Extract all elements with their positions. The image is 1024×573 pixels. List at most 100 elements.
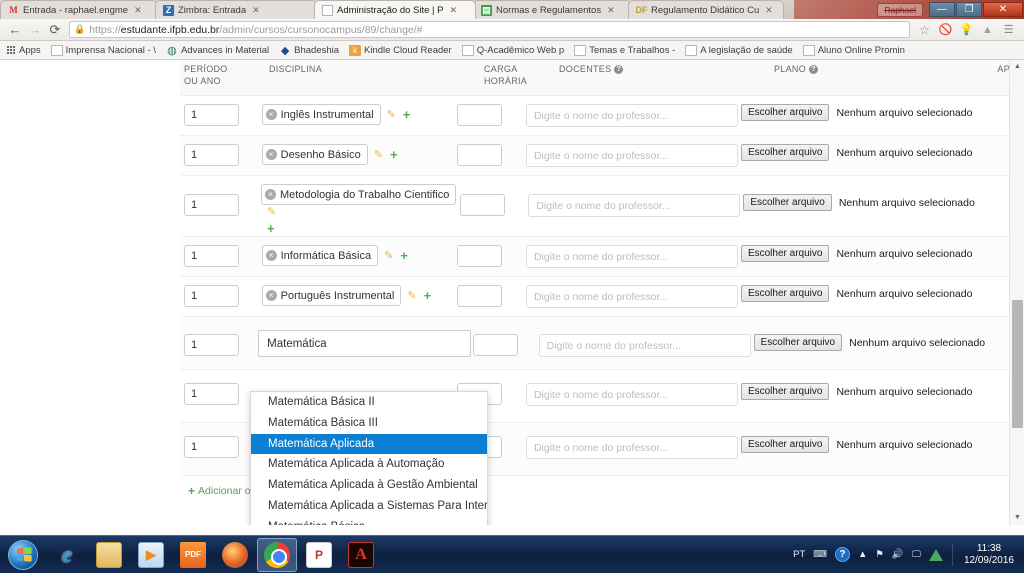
disciplina-chip[interactable]: × Desenho Básico	[261, 144, 368, 165]
edit-icon[interactable]: ✎	[374, 148, 383, 161]
help-icon[interactable]: ?	[809, 65, 819, 74]
browser-tab-1[interactable]: M Entrada - raphael.engme ✕	[0, 0, 158, 19]
bookmark-item[interactable]: A legislação de saúde	[685, 44, 793, 56]
remove-icon[interactable]: ×	[265, 109, 277, 120]
menu-icon[interactable]: ☰	[998, 23, 1019, 36]
remove-icon[interactable]: ×	[265, 250, 277, 261]
help-icon[interactable]: ?	[834, 547, 850, 562]
page-vertical-scrollbar[interactable]: ▲ ▼	[1009, 60, 1024, 525]
docentes-input[interactable]	[525, 383, 738, 406]
taskbar-chrome[interactable]	[257, 537, 297, 572]
scroll-up-icon[interactable]: ▲	[1010, 60, 1024, 74]
docentes-input[interactable]	[538, 334, 751, 357]
close-window-button[interactable]: ✕	[983, 2, 1023, 17]
choose-file-button[interactable]: Escolher arquivo	[740, 285, 830, 302]
drive-icon[interactable]: ▲	[977, 24, 998, 36]
dropdown-option[interactable]: Matemática Aplicada à Gestão Ambiental	[251, 475, 487, 496]
close-icon[interactable]: ✕	[450, 5, 458, 16]
taskbar-pdf-app[interactable]: PDF	[173, 538, 213, 572]
edit-icon[interactable]: ✎	[267, 205, 276, 218]
periodo-input[interactable]	[184, 194, 239, 216]
docentes-input[interactable]	[525, 285, 738, 308]
scroll-down-icon[interactable]: ▼	[1010, 511, 1024, 525]
browser-tab-3-active[interactable]: Administração do Site | P ✕	[314, 0, 476, 19]
blocked-icon[interactable]: 🚫	[935, 23, 956, 36]
start-button[interactable]	[0, 537, 46, 573]
taskbar-media-player[interactable]: ▶	[131, 538, 171, 572]
taskbar-clock[interactable]: 11:38 12/09/2016	[958, 543, 1018, 567]
choose-file-button[interactable]: Escolher arquivo	[743, 194, 832, 211]
docentes-input[interactable]	[525, 144, 738, 167]
carga-horaria-input[interactable]	[457, 104, 503, 126]
language-indicator[interactable]: PT	[793, 549, 805, 560]
taskbar-file-explorer[interactable]	[89, 538, 129, 572]
taskbar-internet-explorer[interactable]: e	[47, 538, 87, 572]
forward-icon[interactable]: →	[25, 22, 45, 37]
disciplina-chip[interactable]: × Português Instrumental	[261, 285, 402, 306]
periodo-input[interactable]	[184, 436, 239, 458]
docentes-input[interactable]	[525, 104, 738, 127]
dropdown-option-selected[interactable]: Matemática Aplicada	[251, 433, 487, 455]
browser-tab-5[interactable]: DF Regulamento Didático Cu ✕	[628, 0, 784, 19]
bookmark-item[interactable]: Temas e Trabalhos -	[574, 44, 675, 56]
close-icon[interactable]: ✕	[607, 5, 615, 16]
close-icon[interactable]: ✕	[765, 5, 773, 16]
periodo-input[interactable]	[184, 104, 239, 126]
disciplina-chip[interactable]: × Informática Básica	[261, 245, 379, 266]
help-icon[interactable]: ?	[614, 65, 624, 74]
add-icon[interactable]: +	[424, 288, 432, 303]
add-icon[interactable]: +	[390, 147, 398, 162]
docentes-input[interactable]	[525, 436, 738, 459]
choose-file-button[interactable]: Escolher arquivo	[740, 436, 830, 453]
docentes-input[interactable]	[525, 245, 738, 268]
close-icon[interactable]: ✕	[134, 5, 142, 16]
periodo-input[interactable]	[184, 383, 239, 405]
carga-horaria-input[interactable]	[460, 194, 506, 216]
disciplina-autocomplete-input[interactable]: Matemática	[258, 330, 472, 357]
bookmark-item[interactable]: k Kindle Cloud Reader	[349, 44, 452, 56]
periodo-input[interactable]	[184, 334, 239, 356]
choose-file-button[interactable]: Escolher arquivo	[740, 245, 830, 262]
remove-icon[interactable]: ×	[265, 290, 277, 301]
address-bar[interactable]: 🔒 https:// estudante.ifpb.edu.br /admin/…	[69, 21, 910, 38]
add-icon[interactable]: +	[267, 221, 456, 236]
dropdown-option[interactable]: Matemática Básica II	[251, 392, 487, 413]
edit-icon[interactable]: ✎	[387, 108, 396, 121]
browser-tab-4[interactable]: ▤ Normas e Regulamentos ✕	[473, 0, 631, 19]
choose-file-button[interactable]: Escolher arquivo	[740, 383, 830, 400]
periodo-input[interactable]	[184, 144, 239, 166]
dropdown-option[interactable]: Matemática Aplicada à Automação	[251, 454, 487, 475]
disciplina-autocomplete-dropdown[interactable]: Matemática Básica II Matemática Básica I…	[250, 391, 488, 525]
lightbulb-icon[interactable]: 💡	[956, 23, 977, 36]
keyboard-icon[interactable]: ⌨	[813, 549, 827, 560]
close-icon[interactable]: ✕	[252, 5, 260, 16]
carga-horaria-input[interactable]	[457, 245, 503, 267]
choose-file-button[interactable]: Escolher arquivo	[740, 144, 830, 161]
maximize-button[interactable]: ❐	[956, 2, 982, 17]
disciplina-chip[interactable]: × Metodologia do Trabalho Cientifico	[260, 184, 457, 205]
bookmark-apps[interactable]: Apps	[4, 45, 41, 56]
add-icon[interactable]: +	[400, 248, 408, 263]
dropdown-option[interactable]: Matemática Básica III	[251, 413, 487, 434]
bookmark-item[interactable]: ◆ Bhadeshia	[279, 45, 339, 56]
dropdown-option[interactable]: Matemática Aplicada a Sistemas Para Inte…	[251, 496, 487, 517]
remove-icon[interactable]: ×	[264, 189, 276, 200]
choose-file-button[interactable]: Escolher arquivo	[740, 104, 830, 121]
docentes-input[interactable]	[528, 194, 741, 217]
edit-icon[interactable]: ✎	[384, 249, 393, 262]
carga-horaria-input[interactable]	[473, 334, 519, 356]
action-center-icon[interactable]: 🖵	[912, 549, 921, 560]
bookmark-item[interactable]: ◍ Advances in Material	[166, 45, 269, 56]
bookmark-item[interactable]: Imprensa Nacional - \	[50, 44, 156, 56]
carga-horaria-input[interactable]	[457, 285, 503, 307]
star-icon[interactable]: ☆	[914, 23, 935, 37]
vertical-scroll-thumb[interactable]	[1012, 300, 1023, 428]
choose-file-button[interactable]: Escolher arquivo	[753, 334, 843, 351]
taskbar-acrobat[interactable]: A	[341, 538, 381, 572]
disciplina-chip[interactable]: × Inglês Instrumental	[261, 104, 381, 125]
carga-horaria-input[interactable]	[457, 144, 503, 166]
back-icon[interactable]: ←	[5, 22, 25, 37]
reload-icon[interactable]: ⟳	[45, 22, 65, 38]
periodo-input[interactable]	[184, 285, 239, 307]
dropdown-option[interactable]: Matemática Básica	[251, 517, 487, 525]
